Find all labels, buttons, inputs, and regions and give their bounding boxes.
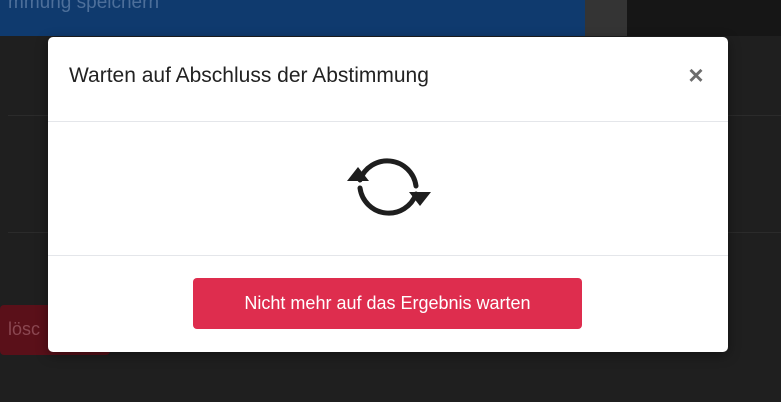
modal-body bbox=[48, 122, 728, 256]
close-button[interactable]: × bbox=[684, 60, 708, 90]
waiting-modal: Warten auf Abschluss der Abstimmung × Ni… bbox=[48, 37, 728, 352]
close-icon: × bbox=[688, 60, 704, 90]
stop-waiting-button[interactable]: Nicht mehr auf das Ergebnis warten bbox=[193, 278, 582, 329]
modal-footer: Nicht mehr auf das Ergebnis warten bbox=[48, 256, 728, 352]
sync-icon bbox=[347, 158, 431, 216]
modal-title: Warten auf Abschluss der Abstimmung bbox=[69, 64, 429, 87]
modal-header: Warten auf Abschluss der Abstimmung × bbox=[48, 37, 728, 122]
